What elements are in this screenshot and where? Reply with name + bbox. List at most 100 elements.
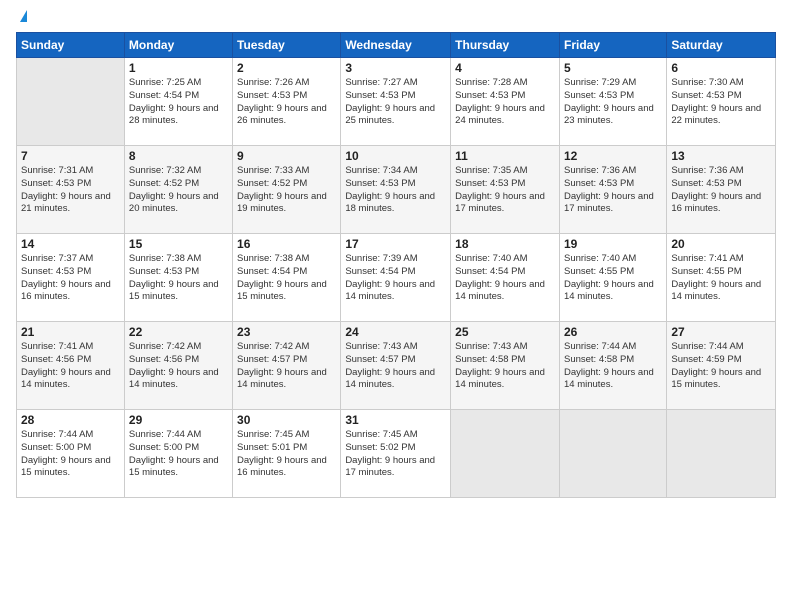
- calendar-cell: 24Sunrise: 7:43 AM Sunset: 4:57 PM Dayli…: [341, 322, 451, 410]
- day-number: 2: [237, 61, 336, 75]
- day-info: Sunrise: 7:35 AM Sunset: 4:53 PM Dayligh…: [455, 165, 555, 216]
- calendar-cell: [17, 58, 125, 146]
- week-row-4: 28 Sunrise: 7:44 AM Sunset: 5:00 PM Dayli…: [17, 410, 776, 498]
- day-number: 16: [237, 237, 336, 251]
- day-info: Sunrise: 7:25 AM Sunset: 4:54 PM Dayligh…: [129, 77, 228, 128]
- day-number: 4: [455, 61, 555, 75]
- day-number: 26: [564, 325, 662, 339]
- calendar-cell: 29 Sunrise: 7:44 AM Sunset: 5:00 PM Dayli…: [124, 410, 232, 498]
- calendar-header-row: SundayMondayTuesdayWednesdayThursdayFrid…: [17, 33, 776, 58]
- calendar-cell: [451, 410, 560, 498]
- calendar-cell: 31Sunrise: 7:45 AM Sunset: 5:02 PM Dayli…: [341, 410, 451, 498]
- day-header-thursday: Thursday: [451, 33, 560, 58]
- day-number: 19: [564, 237, 662, 251]
- day-header-saturday: Saturday: [667, 33, 776, 58]
- day-number: 14: [21, 237, 120, 251]
- day-number: 22: [129, 325, 228, 339]
- calendar-cell: 18 Sunrise: 7:40 AM Sunset: 4:54 PM Dayli…: [451, 234, 560, 322]
- day-number: 3: [345, 61, 446, 75]
- day-number: 6: [671, 61, 771, 75]
- day-info: Sunrise: 7:42 AM Sunset: 4:57 PM Dayligh…: [237, 341, 336, 392]
- week-row-3: 21Sunrise: 7:41 AM Sunset: 4:56 PM Dayli…: [17, 322, 776, 410]
- calendar-cell: 22 Sunrise: 7:42 AM Sunset: 4:56 PM Dayli…: [124, 322, 232, 410]
- day-number: 27: [671, 325, 771, 339]
- calendar-cell: 26Sunrise: 7:44 AM Sunset: 4:58 PM Dayli…: [559, 322, 666, 410]
- day-number: 29: [129, 413, 228, 427]
- day-header-sunday: Sunday: [17, 33, 125, 58]
- calendar-cell: 13 Sunrise: 7:36 AM Sunset: 4:53 PM Dayli…: [667, 146, 776, 234]
- calendar-cell: 1 Sunrise: 7:25 AM Sunset: 4:54 PM Daylig…: [124, 58, 232, 146]
- day-info: Sunrise: 7:43 AM Sunset: 4:57 PM Dayligh…: [345, 341, 446, 392]
- day-number: 17: [345, 237, 446, 251]
- day-info: Sunrise: 7:27 AM Sunset: 4:53 PM Dayligh…: [345, 77, 446, 128]
- week-row-2: 14 Sunrise: 7:37 AM Sunset: 4:53 PM Dayli…: [17, 234, 776, 322]
- calendar-cell: 8 Sunrise: 7:32 AM Sunset: 4:52 PM Daylig…: [124, 146, 232, 234]
- day-header-monday: Monday: [124, 33, 232, 58]
- calendar-cell: 11 Sunrise: 7:35 AM Sunset: 4:53 PM Dayli…: [451, 146, 560, 234]
- calendar-cell: 3 Sunrise: 7:27 AM Sunset: 4:53 PM Daylig…: [341, 58, 451, 146]
- day-info: Sunrise: 7:43 AM Sunset: 4:58 PM Dayligh…: [455, 341, 555, 392]
- day-number: 11: [455, 149, 555, 163]
- logo: [16, 12, 27, 24]
- calendar-cell: 19 Sunrise: 7:40 AM Sunset: 4:55 PM Dayli…: [559, 234, 666, 322]
- day-info: Sunrise: 7:45 AM Sunset: 5:01 PM Dayligh…: [237, 429, 336, 480]
- day-header-tuesday: Tuesday: [233, 33, 341, 58]
- day-info: Sunrise: 7:44 AM Sunset: 5:00 PM Dayligh…: [21, 429, 120, 480]
- day-info: Sunrise: 7:40 AM Sunset: 4:55 PM Dayligh…: [564, 253, 662, 304]
- day-info: Sunrise: 7:36 AM Sunset: 4:53 PM Dayligh…: [671, 165, 771, 216]
- day-info: Sunrise: 7:44 AM Sunset: 5:00 PM Dayligh…: [129, 429, 228, 480]
- calendar-cell: 2 Sunrise: 7:26 AM Sunset: 4:53 PM Daylig…: [233, 58, 341, 146]
- calendar-cell: 7Sunrise: 7:31 AM Sunset: 4:53 PM Daylig…: [17, 146, 125, 234]
- calendar-cell: [667, 410, 776, 498]
- day-number: 18: [455, 237, 555, 251]
- day-info: Sunrise: 7:42 AM Sunset: 4:56 PM Dayligh…: [129, 341, 228, 392]
- day-number: 20: [671, 237, 771, 251]
- calendar-cell: 4 Sunrise: 7:28 AM Sunset: 4:53 PM Daylig…: [451, 58, 560, 146]
- day-info: Sunrise: 7:30 AM Sunset: 4:53 PM Dayligh…: [671, 77, 771, 128]
- calendar-cell: 23Sunrise: 7:42 AM Sunset: 4:57 PM Dayli…: [233, 322, 341, 410]
- day-info: Sunrise: 7:45 AM Sunset: 5:02 PM Dayligh…: [345, 429, 446, 480]
- day-number: 1: [129, 61, 228, 75]
- header: [16, 12, 776, 24]
- day-header-wednesday: Wednesday: [341, 33, 451, 58]
- day-number: 7: [21, 149, 120, 163]
- calendar-cell: 14 Sunrise: 7:37 AM Sunset: 4:53 PM Dayli…: [17, 234, 125, 322]
- day-info: Sunrise: 7:38 AM Sunset: 4:53 PM Dayligh…: [129, 253, 228, 304]
- day-info: Sunrise: 7:29 AM Sunset: 4:53 PM Dayligh…: [564, 77, 662, 128]
- day-info: Sunrise: 7:38 AM Sunset: 4:54 PM Dayligh…: [237, 253, 336, 304]
- calendar-cell: [559, 410, 666, 498]
- page: SundayMondayTuesdayWednesdayThursdayFrid…: [0, 0, 792, 612]
- calendar-cell: 30 Sunrise: 7:45 AM Sunset: 5:01 PM Dayli…: [233, 410, 341, 498]
- calendar-cell: 9Sunrise: 7:33 AM Sunset: 4:52 PM Daylig…: [233, 146, 341, 234]
- day-info: Sunrise: 7:41 AM Sunset: 4:55 PM Dayligh…: [671, 253, 771, 304]
- calendar-cell: 6 Sunrise: 7:30 AM Sunset: 4:53 PM Daylig…: [667, 58, 776, 146]
- day-info: Sunrise: 7:33 AM Sunset: 4:52 PM Dayligh…: [237, 165, 336, 216]
- calendar-cell: 25Sunrise: 7:43 AM Sunset: 4:58 PM Dayli…: [451, 322, 560, 410]
- calendar-table: SundayMondayTuesdayWednesdayThursdayFrid…: [16, 32, 776, 498]
- day-info: Sunrise: 7:36 AM Sunset: 4:53 PM Dayligh…: [564, 165, 662, 216]
- calendar-cell: 27 Sunrise: 7:44 AM Sunset: 4:59 PM Dayli…: [667, 322, 776, 410]
- day-number: 21: [21, 325, 120, 339]
- day-info: Sunrise: 7:40 AM Sunset: 4:54 PM Dayligh…: [455, 253, 555, 304]
- day-number: 15: [129, 237, 228, 251]
- day-number: 28: [21, 413, 120, 427]
- calendar-cell: 10 Sunrise: 7:34 AM Sunset: 4:53 PM Dayli…: [341, 146, 451, 234]
- day-number: 30: [237, 413, 336, 427]
- day-number: 8: [129, 149, 228, 163]
- day-info: Sunrise: 7:26 AM Sunset: 4:53 PM Dayligh…: [237, 77, 336, 128]
- day-info: Sunrise: 7:32 AM Sunset: 4:52 PM Dayligh…: [129, 165, 228, 216]
- day-number: 13: [671, 149, 771, 163]
- calendar-cell: 17 Sunrise: 7:39 AM Sunset: 4:54 PM Dayli…: [341, 234, 451, 322]
- day-header-friday: Friday: [559, 33, 666, 58]
- week-row-0: 1 Sunrise: 7:25 AM Sunset: 4:54 PM Daylig…: [17, 58, 776, 146]
- calendar-cell: 16 Sunrise: 7:38 AM Sunset: 4:54 PM Dayli…: [233, 234, 341, 322]
- day-info: Sunrise: 7:28 AM Sunset: 4:53 PM Dayligh…: [455, 77, 555, 128]
- calendar-cell: 28 Sunrise: 7:44 AM Sunset: 5:00 PM Dayli…: [17, 410, 125, 498]
- day-info: Sunrise: 7:44 AM Sunset: 4:59 PM Dayligh…: [671, 341, 771, 392]
- calendar-cell: 12 Sunrise: 7:36 AM Sunset: 4:53 PM Dayli…: [559, 146, 666, 234]
- day-number: 12: [564, 149, 662, 163]
- day-info: Sunrise: 7:37 AM Sunset: 4:53 PM Dayligh…: [21, 253, 120, 304]
- day-info: Sunrise: 7:34 AM Sunset: 4:53 PM Dayligh…: [345, 165, 446, 216]
- day-number: 10: [345, 149, 446, 163]
- day-info: Sunrise: 7:39 AM Sunset: 4:54 PM Dayligh…: [345, 253, 446, 304]
